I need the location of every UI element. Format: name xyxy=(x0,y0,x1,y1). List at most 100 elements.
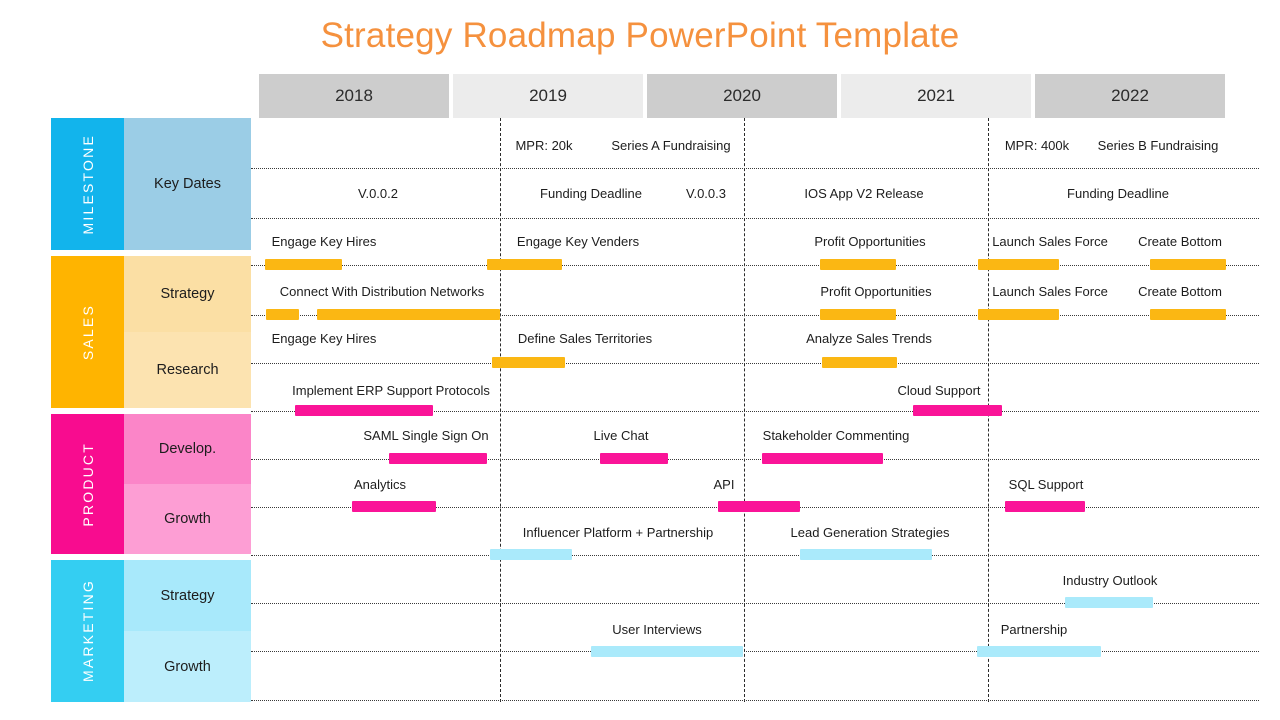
milestone-label: Funding Deadline xyxy=(1067,186,1169,201)
task-bar[interactable] xyxy=(389,453,487,464)
year-header-2019[interactable]: 2019 xyxy=(453,74,643,118)
task-bar[interactable] xyxy=(265,259,342,270)
milestone-label: IOS App V2 Release xyxy=(804,186,924,201)
task-bar[interactable] xyxy=(820,309,896,320)
milestone-label: MPR: 20k xyxy=(515,138,573,153)
task-bar[interactable] xyxy=(490,549,572,560)
category-milestone[interactable]: MILESTONE Key Dates xyxy=(51,118,251,250)
category-subrows: Strategy Research xyxy=(124,256,251,408)
milestone-label: Series B Fundraising xyxy=(1097,138,1219,153)
task-bar[interactable] xyxy=(492,357,565,368)
subrow-label: Develop. xyxy=(158,441,217,457)
subrow-label: Strategy xyxy=(160,286,215,302)
subrow-growth[interactable]: Growth xyxy=(124,631,251,702)
category-product[interactable]: PRODUCT Develop. Growth xyxy=(51,414,251,554)
task-bar[interactable] xyxy=(352,501,436,512)
subrow-label: Research xyxy=(156,362,219,378)
milestone-label: V.0.0.2 xyxy=(357,186,399,201)
task-bar[interactable] xyxy=(978,309,1059,320)
subrow-research[interactable]: Research xyxy=(124,332,251,408)
subrow-develop[interactable]: Develop. xyxy=(124,414,251,484)
subrow-label: Strategy xyxy=(160,587,215,604)
category-marketing[interactable]: MARKETING Strategy Growth xyxy=(51,560,251,702)
subrow-strategy[interactable]: Strategy xyxy=(124,256,251,332)
category-name: SALES xyxy=(79,303,96,361)
year-header-strip: 2018 2019 2020 2021 2022 xyxy=(259,74,1229,118)
task-label: User Interviews xyxy=(612,622,702,637)
task-bar[interactable] xyxy=(718,501,800,512)
task-label: Connect With Distribution Networks xyxy=(279,284,485,299)
subrow-label: Growth xyxy=(164,511,211,527)
task-label: Stakeholder Commenting xyxy=(762,428,910,443)
category-subrows: Develop. Growth xyxy=(124,414,251,554)
task-bar[interactable] xyxy=(822,357,897,368)
task-label: Profit Opportunities xyxy=(820,284,932,299)
category-accent-bar: SALES xyxy=(51,256,124,408)
year-header-2018[interactable]: 2018 xyxy=(259,74,449,118)
task-label: Engage Key Venders xyxy=(516,234,640,249)
task-label: Live Chat xyxy=(593,428,649,443)
task-label: Create Bottom xyxy=(1138,234,1222,249)
year-divider-0 xyxy=(500,118,501,702)
task-bar[interactable] xyxy=(266,309,299,320)
row-divider-2 xyxy=(251,265,1259,266)
category-name: MILESTONE xyxy=(79,133,96,235)
task-label: Launch Sales Force xyxy=(992,234,1108,249)
year-divider-1 xyxy=(744,118,745,702)
category-subrows: Strategy Growth xyxy=(124,560,251,702)
task-bar[interactable] xyxy=(1150,259,1226,270)
milestone-label: MPR: 400k xyxy=(1004,138,1070,153)
year-header-2022[interactable]: 2022 xyxy=(1035,74,1225,118)
task-bar[interactable] xyxy=(1150,309,1226,320)
category-subrows: Key Dates xyxy=(124,118,251,250)
task-label: Profit Opportunities xyxy=(814,234,926,249)
subrow-keydates[interactable]: Key Dates xyxy=(124,118,251,250)
timeline-grid: MPR: 20k Series A Fundraising MPR: 400k Ser… xyxy=(251,118,1259,702)
task-label: Engage Key Hires xyxy=(271,331,377,346)
task-bar[interactable] xyxy=(1005,501,1085,512)
task-bar[interactable] xyxy=(762,453,883,464)
task-bar[interactable] xyxy=(1065,597,1153,608)
milestone-label: Funding Deadline xyxy=(540,186,642,201)
subrow-growth[interactable]: Growth xyxy=(124,484,251,554)
task-bar[interactable] xyxy=(600,453,668,464)
category-sales[interactable]: SALES Strategy Research xyxy=(51,256,251,408)
task-label: Partnership xyxy=(1000,622,1068,637)
subrow-label: Key Dates xyxy=(154,176,221,192)
task-bar[interactable] xyxy=(978,259,1059,270)
year-header-label: 2018 xyxy=(335,86,373,105)
roadmap-slide: Strategy Roadmap PowerPoint Template 201… xyxy=(0,0,1280,720)
task-bar[interactable] xyxy=(295,405,433,416)
subrow-strategy[interactable]: Strategy xyxy=(124,560,251,631)
task-bar[interactable] xyxy=(800,549,932,560)
category-accent-bar: MARKETING xyxy=(51,560,124,702)
task-label: Implement ERP Support Protocols xyxy=(292,383,490,398)
page-title: Strategy Roadmap PowerPoint Template xyxy=(320,16,960,55)
task-label: Industry Outlook xyxy=(1062,573,1158,588)
year-header-label: 2020 xyxy=(723,86,761,105)
task-label: Launch Sales Force xyxy=(992,284,1108,299)
row-divider-11 xyxy=(251,700,1259,701)
task-bar[interactable] xyxy=(487,259,562,270)
row-divider-4 xyxy=(251,363,1259,364)
task-label: Analytics xyxy=(353,477,407,492)
row-divider-0 xyxy=(251,168,1259,169)
task-bar[interactable] xyxy=(591,646,743,657)
milestone-label: Series A Fundraising xyxy=(611,138,731,153)
category-name: MARKETING xyxy=(79,579,96,683)
task-bar[interactable] xyxy=(913,405,1002,416)
task-bar[interactable] xyxy=(820,259,896,270)
year-header-2021[interactable]: 2021 xyxy=(841,74,1031,118)
category-name: PRODUCT xyxy=(79,441,96,527)
task-bar[interactable] xyxy=(317,309,500,320)
category-accent-bar: MILESTONE xyxy=(51,118,124,250)
task-bar[interactable] xyxy=(977,646,1101,657)
task-label: Analyze Sales Trends xyxy=(806,331,932,346)
task-label: API xyxy=(713,477,735,492)
row-divider-10 xyxy=(251,651,1259,652)
year-header-2020[interactable]: 2020 xyxy=(647,74,837,118)
row-divider-8 xyxy=(251,555,1259,556)
task-label: Create Bottom xyxy=(1138,284,1222,299)
task-label: SQL Support xyxy=(1008,477,1084,492)
task-label: Define Sales Territories xyxy=(517,331,653,346)
